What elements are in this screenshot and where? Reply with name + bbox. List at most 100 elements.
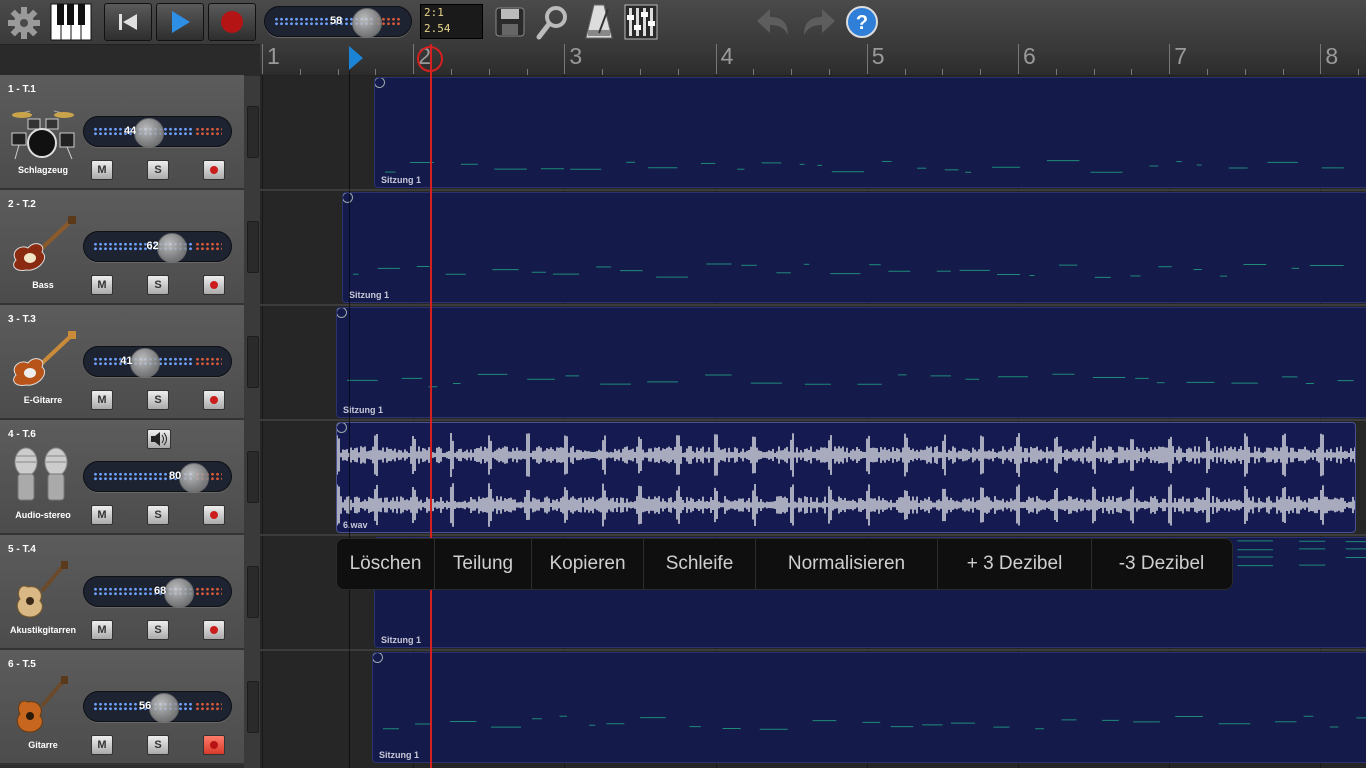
microphones-icon[interactable] — [6, 446, 78, 506]
beat-tick — [526, 69, 528, 75]
track-volume-slider[interactable]: 68 — [83, 576, 232, 608]
bass-guitar-icon[interactable] — [6, 216, 78, 276]
track-header[interactable]: 6 - T.5 Gitarre 56 M S — [0, 650, 244, 765]
region-context-menu: Löschen Teilung Kopieren Schleife Normalisie… — [336, 538, 1233, 590]
track-header[interactable]: 5 - T.4 Akustikgitarren 68 M S — [0, 535, 244, 650]
note-preview — [385, 160, 1344, 173]
track-resize-handle[interactable] — [247, 451, 259, 503]
solo-button[interactable]: S — [147, 735, 169, 755]
master-volume-slider[interactable]: 58 — [264, 6, 412, 38]
volume-knob[interactable] — [156, 232, 187, 263]
mute-button[interactable]: M — [91, 275, 113, 295]
record-arm-button[interactable] — [203, 160, 225, 180]
track-volume-slider[interactable]: 44 — [83, 116, 232, 148]
audio-region[interactable]: 6.wav — [336, 422, 1356, 533]
track-header[interactable]: 2 - T.2 Bass 62 M S — [0, 190, 244, 305]
rewind-icon — [119, 14, 137, 30]
track-resize-handle[interactable] — [247, 106, 259, 158]
mute-button[interactable]: M — [91, 735, 113, 755]
solo-button[interactable]: S — [147, 160, 169, 180]
menu-item-split[interactable]: Teilung — [435, 539, 532, 589]
menu-item-loop[interactable]: Schleife — [644, 539, 756, 589]
record-arm-button[interactable] — [203, 735, 225, 755]
midi-region[interactable]: Sitzung 1 — [372, 652, 1366, 763]
menu-item-copy[interactable]: Kopieren — [532, 539, 644, 589]
midi-region[interactable]: Sitzung 1 — [374, 77, 1366, 188]
solo-button[interactable]: S — [147, 620, 169, 640]
play-button[interactable] — [156, 3, 204, 41]
solo-button[interactable]: S — [147, 390, 169, 410]
mute-button[interactable]: M — [91, 620, 113, 640]
loop-start-marker[interactable] — [349, 46, 363, 70]
classical-guitar-icon[interactable] — [6, 676, 78, 736]
record-arm-button[interactable] — [203, 275, 225, 295]
solo-button[interactable]: S — [147, 275, 169, 295]
arrangement-area[interactable]: Sitzung 1 Sitzung 1 Sitzung 1 6.wav Sitzung … — [260, 76, 1366, 768]
mute-button[interactable]: M — [91, 160, 113, 180]
volume-knob[interactable] — [164, 577, 194, 608]
volume-peak-dots — [195, 701, 222, 711]
volume-knob[interactable] — [179, 462, 209, 493]
menu-item-minus-3db[interactable]: -3 Dezibel — [1092, 539, 1231, 589]
menu-item-plus-3db[interactable]: + 3 Dezibel — [938, 539, 1092, 589]
menu-item-normalize[interactable]: Normalisieren — [756, 539, 938, 589]
bar-number-7: 7 — [1169, 44, 1187, 74]
save-icon[interactable] — [494, 3, 526, 41]
track-resize-handle[interactable] — [247, 336, 259, 388]
lane-separator — [260, 534, 1366, 536]
beat-tick — [829, 69, 830, 75]
record-button[interactable] — [208, 3, 256, 41]
beat-tick — [1093, 69, 1095, 75]
volume-knob[interactable] — [130, 347, 161, 378]
electric-guitar-icon[interactable] — [6, 331, 78, 391]
midi-region[interactable]: Sitzung 1 — [342, 192, 1366, 303]
drums-icon[interactable] — [6, 101, 78, 161]
bar-grid-line — [262, 76, 263, 768]
volume-knob[interactable] — [134, 117, 164, 148]
record-arm-button[interactable] — [203, 390, 225, 410]
speaker-icon[interactable] — [147, 429, 171, 449]
beat-tick — [640, 69, 641, 75]
beat-tick — [337, 69, 339, 75]
mute-button[interactable]: M — [91, 505, 113, 525]
record-arm-button[interactable] — [203, 620, 225, 640]
gear-icon[interactable] — [6, 3, 42, 41]
track-volume-value: 56 — [139, 699, 152, 712]
track-header[interactable]: 4 - T.6 Audio-stereo 80 M S — [0, 420, 244, 535]
mixer-icon[interactable] — [624, 3, 658, 41]
track-volume-slider[interactable]: 80 — [83, 461, 232, 493]
menu-item-delete[interactable]: Löschen — [337, 539, 435, 589]
loop-start-line — [349, 70, 350, 768]
track-resize-handle[interactable] — [247, 681, 259, 733]
solo-button[interactable]: S — [147, 505, 169, 525]
instrument-label: E-Gitarre — [23, 395, 63, 405]
volume-peak-dots — [195, 241, 222, 251]
track-volume-slider[interactable]: 56 — [83, 691, 232, 723]
lane-separator — [260, 189, 1366, 191]
track-volume-slider[interactable]: 41 — [83, 346, 232, 378]
beat-tick — [1244, 69, 1246, 75]
rewind-button[interactable] — [104, 3, 152, 41]
help-icon[interactable]: ? — [845, 3, 879, 41]
volume-knob[interactable] — [352, 7, 382, 38]
zoom-icon[interactable] — [534, 3, 570, 41]
track-header[interactable]: 3 - T.3 E-Gitarre 41 M S — [0, 305, 244, 420]
piano-icon[interactable] — [50, 3, 92, 41]
midi-region[interactable]: Sitzung 1 — [336, 307, 1366, 418]
master-volume-value: 58 — [330, 14, 343, 27]
redo-icon[interactable] — [798, 3, 838, 41]
playhead-handle[interactable] — [417, 46, 443, 72]
mute-button[interactable]: M — [91, 390, 113, 410]
record-arm-button[interactable] — [203, 505, 225, 525]
undo-icon[interactable] — [754, 3, 794, 41]
playhead[interactable] — [430, 44, 432, 768]
track-resize-handle[interactable] — [247, 566, 259, 618]
track-volume-slider[interactable]: 62 — [83, 231, 232, 263]
track-header[interactable]: 1 - T.1 Schlagzeug 44 M S — [0, 75, 244, 190]
track-resize-handle[interactable] — [247, 221, 259, 273]
metronome-icon[interactable] — [582, 3, 616, 41]
track-volume-value: 41 — [120, 354, 133, 367]
note-preview — [353, 263, 1344, 278]
acoustic-guitar-icon[interactable] — [6, 561, 78, 621]
volume-knob[interactable] — [149, 692, 179, 723]
